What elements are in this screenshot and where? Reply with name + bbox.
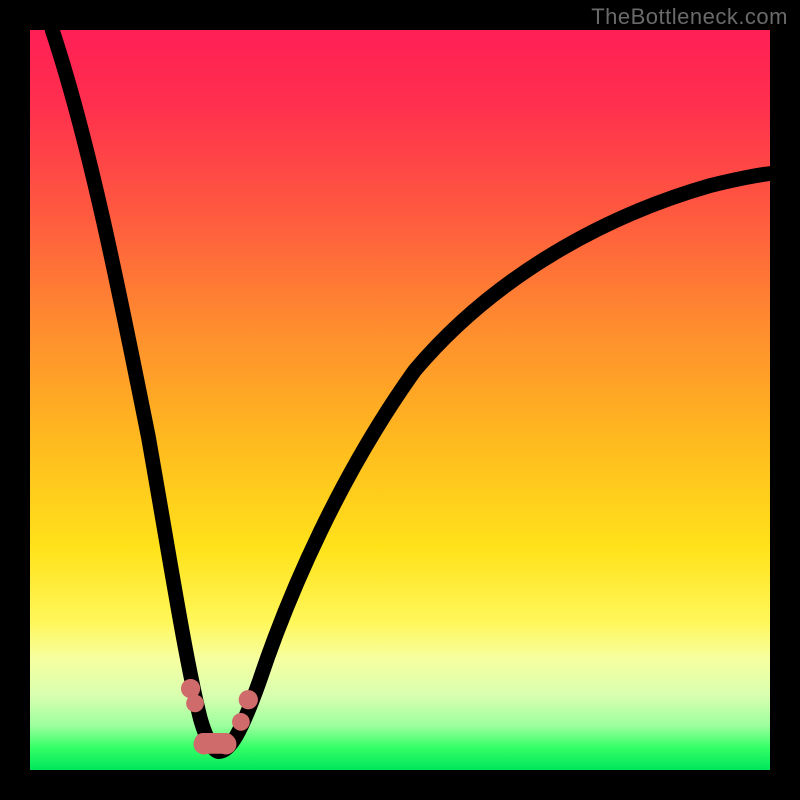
marker-dot: [232, 713, 250, 731]
marker-dot: [194, 734, 215, 755]
marker-dot: [239, 690, 258, 709]
marker-dot: [186, 695, 204, 713]
chart-frame: TheBottleneck.com: [0, 0, 800, 800]
marker-dot: [216, 734, 237, 755]
marker-layer: [30, 30, 770, 770]
watermark-text: TheBottleneck.com: [591, 4, 788, 30]
plot-area: [30, 30, 770, 770]
